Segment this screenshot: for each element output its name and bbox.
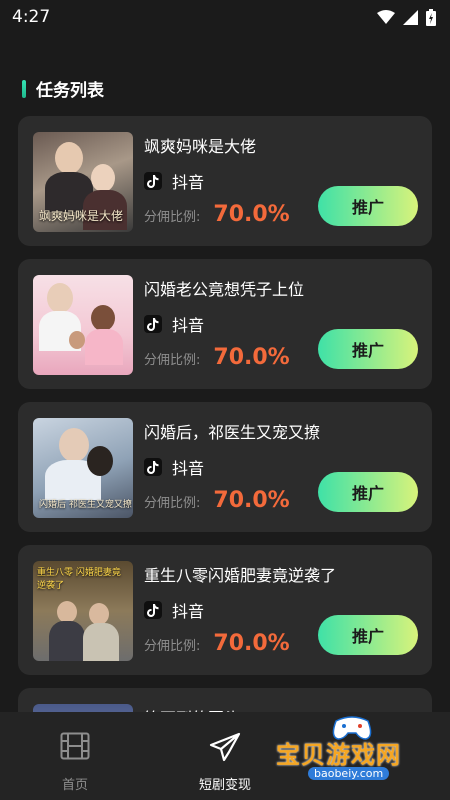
poster-title: 重生八零 闪婚肥妻竟逆袭了 (37, 568, 121, 591)
nav-tab-home[interactable]: 首页 (30, 732, 120, 793)
watermark: 宝贝游戏网 baobeiy.com (272, 715, 432, 785)
status-bar: 4:27 (0, 0, 450, 34)
commission-value: 70.0% (213, 345, 290, 370)
platform-name: 抖音 (172, 316, 205, 335)
poster-figure (91, 305, 115, 331)
watermark-text: 宝贝游戏网 (276, 741, 401, 769)
task-card[interactable]: 闪婚后 祁医生又宠又撩 闪婚后，祁医生又宠又撩 抖音 分佣比例: 70.0% 推… (18, 402, 432, 532)
commission-value: 70.0% (213, 202, 290, 227)
watermark-url: baobeiy.com (308, 767, 390, 780)
commission-label: 分佣比例: (144, 353, 201, 368)
poster-figure (87, 446, 113, 476)
poster-figure (91, 164, 115, 192)
poster-figure (49, 621, 85, 661)
drama-poster[interactable]: 重生八零 闪婚肥妻竟逆袭了 (33, 561, 133, 661)
task-title: 闪婚老公竟想凭子上位 (144, 280, 305, 299)
wifi-icon (377, 10, 395, 24)
poster-figure (55, 142, 83, 174)
poster-figure (85, 329, 123, 365)
promote-button[interactable]: 推广 (318, 329, 418, 369)
platform-name: 抖音 (172, 459, 205, 478)
poster-figure (47, 283, 73, 313)
tiktok-icon (144, 458, 162, 476)
section-title: 任务列表 (36, 81, 104, 101)
commission-label: 分佣比例: (144, 639, 201, 654)
poster-figure (57, 601, 77, 623)
section-header: 任务列表 (22, 76, 104, 101)
status-time: 4:27 (12, 7, 51, 27)
task-title: 闪婚后，祁医生又宠又撩 (144, 423, 321, 442)
battery-icon (426, 8, 436, 26)
drama-poster[interactable]: 飒爽妈咪是大佬 (33, 132, 133, 232)
task-card[interactable]: 飒爽妈咪是大佬 飒爽妈咪是大佬 抖音 分佣比例: 70.0% 推广 (18, 116, 432, 246)
platform-name: 抖音 (172, 173, 205, 192)
drama-poster[interactable]: 闪婚后 祁医生又宠又撩 (33, 418, 133, 518)
commission: 分佣比例: 70.0% (144, 345, 290, 370)
platform: 抖音 (144, 598, 204, 622)
nav-label-drama: 短剧变现 (198, 778, 251, 793)
task-title: 飒爽妈咪是大佬 (144, 137, 257, 156)
platform: 抖音 (144, 455, 204, 479)
task-list[interactable]: 飒爽妈咪是大佬 飒爽妈咪是大佬 抖音 分佣比例: 70.0% 推广 闪婚老公竟想… (18, 116, 432, 800)
status-icons (377, 8, 436, 26)
commission: 分佣比例: 70.0% (144, 202, 290, 227)
commission-label: 分佣比例: (144, 210, 201, 225)
task-card[interactable]: 重生八零 闪婚肥妻竟逆袭了 重生八零闪婚肥妻竟逆袭了 抖音 分佣比例: 70.0… (18, 545, 432, 675)
commission-value: 70.0% (213, 631, 290, 656)
platform: 抖音 (144, 312, 204, 336)
promote-button[interactable]: 推广 (318, 472, 418, 512)
poster-title: 闪婚后 祁医生又宠又撩 (39, 500, 132, 510)
signal-icon (403, 9, 418, 25)
poster-figure (69, 331, 85, 349)
platform-name: 抖音 (172, 602, 205, 621)
commission-value: 70.0% (213, 488, 290, 513)
task-card[interactable]: 闪婚老公竟想凭子上位 抖音 分佣比例: 70.0% 推广 (18, 259, 432, 389)
promote-button[interactable]: 推广 (318, 186, 418, 226)
nav-label-home: 首页 (61, 778, 88, 793)
promote-button[interactable]: 推广 (318, 615, 418, 655)
nav-tab-drama[interactable]: 短剧变现 (180, 732, 270, 793)
section-accent-bar (22, 79, 26, 98)
tiktok-icon (144, 315, 162, 333)
commission: 分佣比例: 70.0% (144, 488, 290, 513)
film-icon (60, 732, 90, 760)
poster-figure (89, 603, 109, 625)
commission: 分佣比例: 70.0% (144, 631, 290, 656)
tiktok-icon (144, 601, 162, 619)
poster-figure (83, 623, 119, 661)
task-title: 重生八零闪婚肥妻竟逆袭了 (144, 566, 337, 585)
platform: 抖音 (144, 169, 204, 193)
send-icon (209, 732, 241, 762)
tiktok-icon (144, 172, 162, 190)
poster-figure (59, 428, 89, 462)
drama-poster[interactable] (33, 275, 133, 375)
commission-label: 分佣比例: (144, 496, 201, 511)
poster-title: 飒爽妈咪是大佬 (39, 209, 124, 223)
